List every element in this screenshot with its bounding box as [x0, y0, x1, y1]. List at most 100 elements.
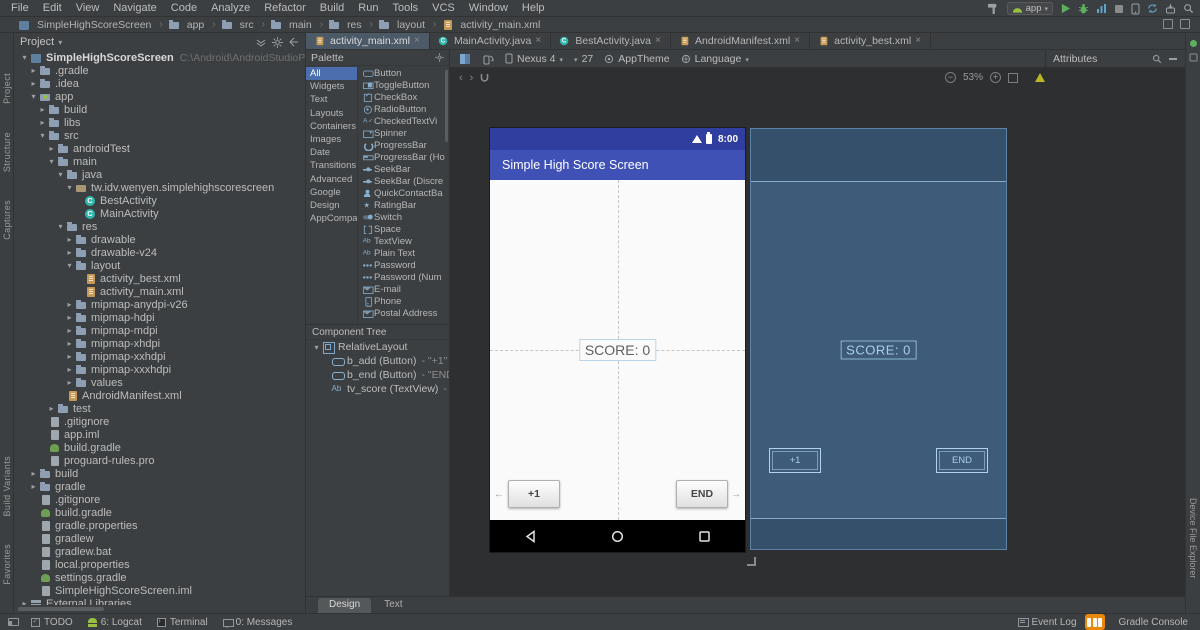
project-tree-item[interactable]: tw.idv.wenyen.simplehighscorescreen [14, 181, 305, 194]
palette-component[interactable]: RatingBar [358, 199, 449, 211]
tree-expand-icon[interactable] [64, 365, 75, 374]
statusbar-tool-button[interactable]: TODO [31, 617, 73, 628]
theme-selector[interactable]: AppTheme [604, 53, 670, 65]
editor-tab[interactable]: MainActivity.java [430, 33, 552, 49]
score-textview-blueprint[interactable]: SCORE: 0 [840, 340, 917, 360]
palette-component[interactable]: QuickContactBa [358, 187, 449, 199]
palette-category[interactable]: Advanced [306, 173, 357, 186]
project-tree-item[interactable]: proguard-rules.pro [14, 454, 305, 467]
zoom-in-icon[interactable]: + [990, 72, 1001, 83]
breadcrumb-item[interactable]: main [270, 19, 328, 31]
project-tree-item[interactable]: src [14, 129, 305, 142]
stop-button[interactable] [1114, 4, 1124, 14]
project-tree-item[interactable]: gradlew.bat [14, 545, 305, 558]
palette-component[interactable]: ProgressBar (Ho [358, 151, 449, 163]
hide-panel-icon[interactable] [289, 37, 299, 47]
tree-expand-icon[interactable] [28, 79, 39, 88]
tree-expand-icon[interactable] [37, 118, 48, 127]
project-tree-item[interactable]: AndroidManifest.xml [14, 389, 305, 402]
tool-window-button[interactable]: Build Variants [2, 456, 12, 516]
device-preview-blueprint[interactable]: SCORE: 0 +1 END [750, 128, 1007, 550]
collapse-all-icon[interactable] [256, 37, 266, 47]
vertical-scrollbar[interactable] [445, 70, 448, 142]
tree-expand-icon[interactable] [46, 144, 57, 153]
search-icon[interactable] [1152, 54, 1162, 64]
tree-expand-icon[interactable] [64, 300, 75, 309]
palette-category[interactable]: Date [306, 146, 357, 159]
blueprint-content-outline[interactable]: SCORE: 0 +1 END [751, 181, 1006, 519]
tool-window-button[interactable]: Structure [2, 132, 12, 172]
add-button-blueprint[interactable]: +1 [769, 448, 821, 473]
design-surface-mode-icon[interactable] [459, 53, 471, 65]
project-tree-item[interactable]: activity_best.xml [14, 272, 305, 285]
breadcrumb-item[interactable]: SimpleHighScoreScreen [18, 19, 168, 31]
search-everywhere-icon[interactable] [1183, 3, 1194, 14]
device-preview-design[interactable]: 8:00 Simple High Score Screen SCORE: 0 +… [490, 128, 745, 552]
tree-expand-icon[interactable] [28, 469, 39, 478]
menu-item[interactable]: Window [462, 2, 515, 14]
menu-item[interactable]: Build [313, 2, 351, 14]
project-tree-item[interactable]: build.gradle [14, 441, 305, 454]
menu-item[interactable]: Run [351, 2, 385, 14]
layout-root-relativelayout[interactable]: SCORE: 0 +1 END [490, 180, 745, 520]
project-tree-item[interactable]: build [14, 103, 305, 116]
magnet-autoconnect-icon[interactable] [480, 73, 489, 83]
end-button-blueprint[interactable]: END [936, 448, 988, 473]
menu-item[interactable]: File [4, 2, 36, 14]
project-tree-item[interactable]: build.gradle [14, 506, 305, 519]
tree-expand-icon[interactable] [55, 170, 66, 179]
tree-expand-icon[interactable] [19, 53, 30, 62]
tree-expand-icon[interactable] [64, 352, 75, 361]
project-tree-item[interactable]: SimpleHighScoreScreen C:\Android\Android… [14, 51, 305, 64]
notifications-icon[interactable] [1189, 53, 1198, 62]
project-tree-item[interactable]: app.iml [14, 428, 305, 441]
tool-window-button[interactable]: Favorites [2, 544, 12, 585]
palette-category[interactable]: Widgets [306, 80, 357, 93]
palette-component[interactable]: SeekBar (Discre [358, 175, 449, 187]
menu-item[interactable]: Code [164, 2, 204, 14]
palette-category[interactable]: Text [306, 93, 357, 106]
project-tree-item[interactable]: .gitignore [14, 493, 305, 506]
zoom-out-icon[interactable]: − [944, 72, 956, 83]
gradle-console-button[interactable]: Gradle Console [1119, 617, 1188, 628]
palette-component[interactable]: ToggleButton [358, 79, 449, 91]
breadcrumb-item[interactable]: activity_main.xml [441, 19, 540, 31]
palette-category[interactable]: Google [306, 186, 357, 199]
menu-item[interactable]: Edit [36, 2, 69, 14]
project-tree-item[interactable]: .gradle [14, 64, 305, 77]
project-tree-item[interactable]: libs [14, 116, 305, 129]
menu-item[interactable]: Help [515, 2, 552, 14]
close-tab-icon[interactable] [794, 37, 802, 45]
project-tree-item[interactable]: activity_main.xml [14, 285, 305, 298]
build-hammer-icon[interactable] [987, 2, 1000, 15]
component-tree-item[interactable]: tv_score (TextView) - "SCOR [306, 382, 450, 396]
project-tree-item[interactable]: mipmap-anydpi-v26 [14, 298, 305, 311]
palette-component[interactable]: Password [358, 259, 449, 271]
tool-window-button[interactable]: Project [2, 73, 12, 104]
run-configuration-selector[interactable]: app [1006, 2, 1053, 15]
project-tree-item[interactable]: app [14, 90, 305, 103]
tree-expand-icon[interactable] [46, 404, 57, 413]
palette-component[interactable]: Phone [358, 295, 449, 307]
project-tree-item[interactable]: mipmap-xxhdpi [14, 350, 305, 363]
project-tree-item[interactable]: java [14, 168, 305, 181]
tool-window-button[interactable]: Device File Explorer [1188, 498, 1198, 579]
palette-category[interactable]: Images [306, 133, 357, 146]
horizontal-scrollbar[interactable] [18, 607, 104, 611]
palette-component[interactable]: E-mail [358, 283, 449, 295]
project-tree-item[interactable]: main [14, 155, 305, 168]
palette-component[interactable]: Password (Num [358, 271, 449, 283]
project-tree-item[interactable]: drawable-v24 [14, 246, 305, 259]
tree-expand-icon[interactable] [55, 222, 66, 231]
editor-mode-tab[interactable]: Design [318, 598, 372, 613]
project-tree-item[interactable]: res [14, 220, 305, 233]
run-button[interactable] [1060, 3, 1071, 14]
back-arrow-icon[interactable] [459, 72, 463, 84]
editor-tab[interactable]: activity_main.xml [306, 33, 430, 49]
palette-category[interactable]: Layouts [306, 107, 357, 120]
orientation-icon[interactable] [482, 53, 494, 65]
tree-expand-icon[interactable] [64, 339, 75, 348]
gradle-sync-icon[interactable] [1147, 3, 1158, 14]
palette-component[interactable]: CheckBox [358, 91, 449, 103]
tree-expand-icon[interactable] [37, 131, 48, 140]
